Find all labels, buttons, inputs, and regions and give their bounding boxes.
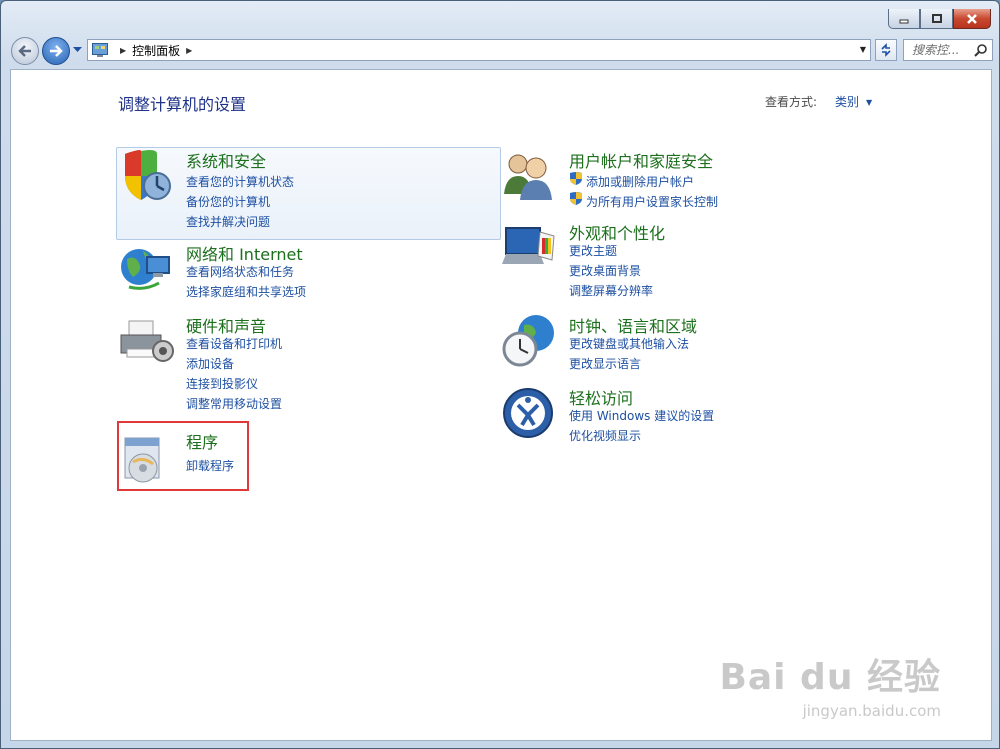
watermark-url: jingyan.baidu.com [802,702,941,720]
refresh-button[interactable] [875,39,897,61]
back-button[interactable] [11,37,39,65]
change-display-language-link[interactable]: 更改显示语言 [569,355,641,372]
category-network: 网络和 Internet 查看网络状态和任务 选择家庭组和共享选项 [119,241,489,311]
highlight-annotation-box [117,421,249,491]
chevron-down-icon[interactable]: ▼ [866,98,872,107]
maximize-button[interactable] [920,9,953,29]
troubleshoot-link[interactable]: 查找并解决问题 [186,213,270,230]
change-background-link[interactable]: 更改桌面背景 [569,262,641,279]
category-clock-region: 时钟、语言和区域 更改键盘或其他输入法 更改显示语言 [502,313,922,373]
devices-printers-link[interactable]: 查看设备和打印机 [186,335,282,352]
network-title[interactable]: 网络和 Internet [186,241,303,265]
arrow-right-icon [50,45,63,57]
shield-icon [125,150,171,200]
watermark-brand: Bai du 经验 [719,657,941,698]
optimize-video-link[interactable]: 优化视频显示 [569,427,641,444]
view-by-dropdown[interactable]: 类别 [835,93,859,110]
control-panel-window: ▶ 控制面板 ▶ ▼ 搜索控... 调整计算机的设置 查看方式: 类别 ▼ 系统… [0,0,1000,749]
network-globe-icon [121,249,170,290]
screen-resolution-link[interactable]: 调整屏幕分辨率 [569,282,653,299]
address-bar[interactable]: ▶ 控制面板 ▶ ▼ [87,39,871,61]
add-remove-users-link[interactable]: 添加或删除用户帐户 [586,173,694,190]
view-computer-status-link[interactable]: 查看您的计算机状态 [186,173,294,190]
category-appearance: 外观和个性化 更改主题 更改桌面背景 调整屏幕分辨率 [502,220,922,300]
chevron-down-icon [72,47,82,52]
category-system-security: 系统和安全 查看您的计算机状态 备份您的计算机 查找并解决问题 [119,148,489,238]
category-ease-of-access: 轻松访问 使用 Windows 建议的设置 优化视频显示 [502,385,922,445]
search-input[interactable]: 搜索控... [903,39,993,61]
printer-icon [120,320,174,362]
recent-pages-dropdown[interactable] [72,43,82,57]
maximize-icon [931,13,942,23]
user-accounts-title[interactable]: 用户帐户和家庭安全 [569,148,713,172]
category-hardware-sound: 硬件和声音 查看设备和打印机 添加设备 连接到投影仪 调整常用移动设置 [119,313,489,413]
mobility-settings-link[interactable]: 调整常用移动设置 [186,395,282,412]
search-icon [974,44,987,57]
clock-region-title[interactable]: 时钟、语言和区域 [569,313,697,337]
refresh-icon [881,43,891,57]
forward-button[interactable] [42,37,70,65]
breadcrumb-separator-icon[interactable]: ▶ [186,46,192,55]
change-keyboard-link[interactable]: 更改键盘或其他输入法 [569,335,689,352]
system-security-title[interactable]: 系统和安全 [186,148,266,172]
uac-shield-icon [570,172,582,185]
window-controls [888,9,991,29]
clock-globe-icon [502,315,554,367]
control-panel-icon [92,43,108,57]
appearance-title[interactable]: 外观和个性化 [569,220,665,244]
address-dropdown-icon[interactable]: ▼ [860,45,866,54]
monitor-palette-icon [502,227,555,264]
parental-controls-link[interactable]: 为所有用户设置家长控制 [586,193,718,210]
backup-computer-link[interactable]: 备份您的计算机 [186,193,270,210]
page-title: 调整计算机的设置 [118,95,247,114]
add-device-link[interactable]: 添加设备 [186,355,234,372]
close-button[interactable] [953,9,991,29]
hardware-sound-title[interactable]: 硬件和声音 [186,313,266,337]
users-icon [504,154,552,200]
connect-projector-link[interactable]: 连接到投影仪 [186,375,258,392]
category-user-accounts: 用户帐户和家庭安全 添加或删除用户帐户 为所有用户设置家长控制 [502,148,922,218]
minimize-icon [899,19,909,23]
minimize-button[interactable] [888,9,920,29]
close-icon [967,13,977,24]
change-theme-link[interactable]: 更改主题 [569,242,617,259]
ease-of-access-icon [503,388,553,438]
baidu-watermark: Bai du 经验 jingyan.baidu.com [719,648,941,720]
breadcrumb-control-panel[interactable]: 控制面板 [132,42,180,59]
breadcrumb-separator-icon[interactable]: ▶ [120,46,126,55]
view-network-status-link[interactable]: 查看网络状态和任务 [186,263,294,280]
uac-shield-icon [570,192,582,205]
ease-of-access-title[interactable]: 轻松访问 [569,385,633,409]
search-placeholder: 搜索控... [912,43,960,57]
arrow-left-icon [18,45,31,57]
main-content: 调整计算机的设置 查看方式: 类别 ▼ 系统和安全 查看您的计算机状态 备份您的… [10,69,992,741]
navigation-bar: ▶ 控制面板 ▶ ▼ 搜索控... [9,35,993,65]
view-by-label: 查看方式: [765,95,818,109]
recommended-settings-link[interactable]: 使用 Windows 建议的设置 [569,407,714,424]
homegroup-sharing-link[interactable]: 选择家庭组和共享选项 [186,283,306,300]
